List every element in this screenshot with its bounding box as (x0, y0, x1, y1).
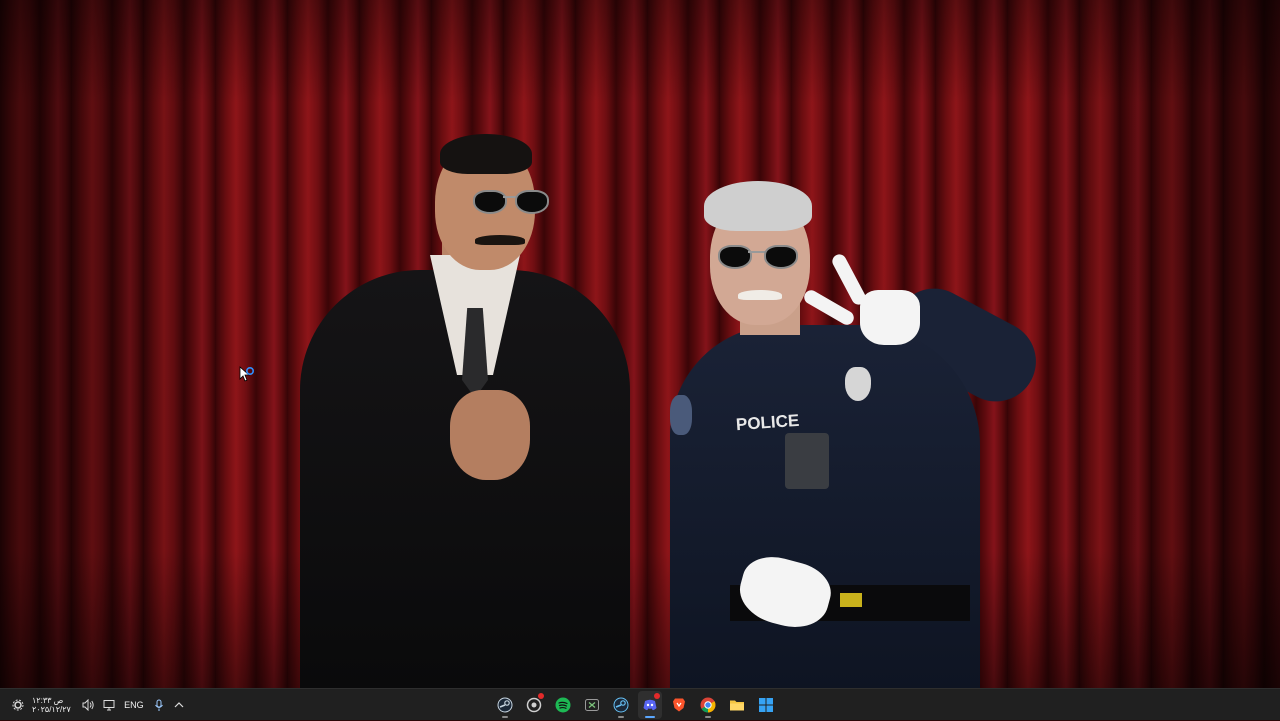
clock[interactable]: ۱۲:۳۳ ص ۲۰۲۵/۱۲/۲۷ (32, 696, 71, 714)
windows-icon (759, 698, 773, 712)
mustache (475, 235, 525, 245)
steam-icon (497, 697, 513, 713)
running-indicator (705, 716, 711, 718)
busy-cursor-icon (239, 366, 255, 382)
brave-icon (673, 698, 685, 712)
volume-icon[interactable] (79, 691, 99, 719)
thumbs-up-hand (450, 390, 530, 480)
police-badge (845, 367, 871, 401)
file-explorer-app[interactable] (725, 691, 749, 719)
taskbar: ۱۲:۳۳ ص ۲۰۲۵/۱۲/۲۷ ENG (0, 688, 1280, 720)
network-icon[interactable] (99, 691, 119, 719)
notification-badge (654, 693, 660, 699)
sunglasses (473, 190, 549, 214)
chrome-app[interactable] (696, 691, 720, 719)
clock-date: ۲۰۲۵/۱۲/۲۷ (32, 705, 71, 714)
spotify-icon (555, 697, 571, 713)
white-mustache (738, 290, 782, 300)
settings-icon[interactable] (8, 691, 28, 719)
hair (440, 134, 532, 174)
steam-app[interactable] (493, 691, 517, 719)
start-button[interactable] (754, 691, 778, 719)
chevron-up-icon[interactable] (169, 691, 189, 719)
input-language[interactable]: ENG (119, 700, 149, 710)
folder-icon (730, 700, 744, 711)
gray-hair (704, 181, 812, 231)
belt-tag (840, 593, 862, 607)
running-indicator (502, 716, 508, 718)
clock-time: ۱۲:۳۳ ص (32, 696, 64, 705)
brave-app[interactable] (667, 691, 691, 719)
xbox-icon (585, 699, 599, 711)
running-indicator (618, 716, 624, 718)
microphone-icon[interactable] (149, 691, 169, 719)
discord-app[interactable] (638, 691, 662, 719)
shoulder-patch (670, 395, 692, 435)
sunglasses (718, 245, 804, 269)
peace-sign-glove (801, 250, 930, 360)
chrome-icon (700, 697, 716, 713)
steam-app-2[interactable] (609, 691, 633, 719)
wallpaper-man-in-suit (290, 130, 640, 688)
police-uniform (670, 325, 980, 688)
steam-icon (613, 697, 629, 713)
steelseries-app[interactable] (522, 691, 546, 719)
discord-icon (643, 699, 657, 711)
desktop-wallpaper: POLICE (0, 0, 1280, 688)
system-tray: ۱۲:۳۳ ص ۲۰۲۵/۱۲/۲۷ ENG (8, 689, 189, 721)
xbox-app[interactable] (580, 691, 604, 719)
wallpaper-police-officer: POLICE (660, 175, 1060, 688)
notification-badge (538, 693, 544, 699)
pinned-apps (493, 691, 778, 719)
steelseries-icon (526, 697, 542, 713)
spotify-app[interactable] (551, 691, 575, 719)
body-camera (785, 433, 829, 489)
active-indicator (645, 716, 655, 718)
